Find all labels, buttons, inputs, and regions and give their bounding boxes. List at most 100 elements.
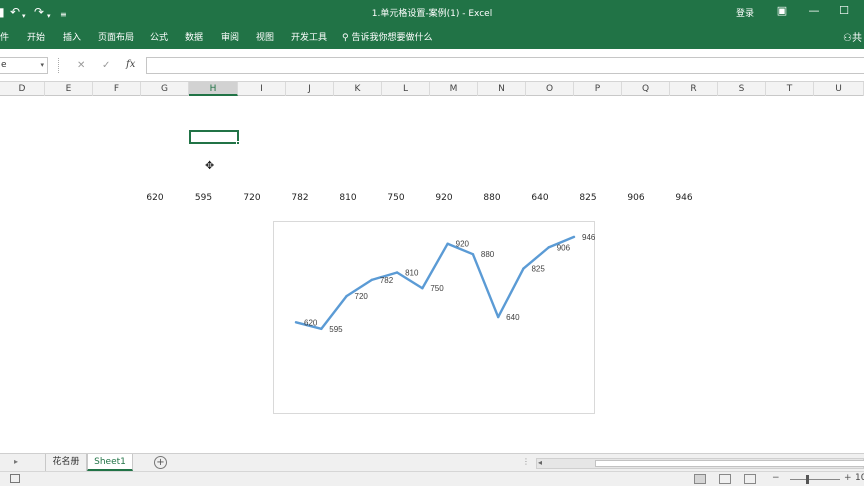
zoom-slider-thumb[interactable] bbox=[806, 475, 809, 484]
column-header-u[interactable]: U bbox=[814, 82, 864, 96]
maximize-icon[interactable]: ☐ bbox=[835, 4, 853, 17]
column-header-g[interactable]: G bbox=[141, 82, 189, 96]
column-header-r[interactable]: R bbox=[670, 82, 718, 96]
cell-value[interactable]: 920 bbox=[424, 193, 464, 203]
cell-value[interactable]: 620 bbox=[135, 193, 175, 203]
cell-value[interactable]: 880 bbox=[472, 193, 512, 203]
data-label: 810 bbox=[405, 269, 419, 278]
lightbulb-icon: ⚲ bbox=[342, 33, 349, 43]
column-header-s[interactable]: S bbox=[718, 82, 766, 96]
fill-handle[interactable] bbox=[236, 141, 240, 145]
ribbon-tab[interactable]: 视图 bbox=[256, 30, 274, 43]
share-label: 共 bbox=[851, 33, 862, 44]
zoom-level[interactable]: 10 bbox=[855, 473, 864, 483]
sheet-tab[interactable]: Sheet1 bbox=[87, 454, 133, 471]
cell-value[interactable]: 906 bbox=[616, 193, 656, 203]
data-label: 782 bbox=[380, 276, 394, 285]
column-header-q[interactable]: Q bbox=[622, 82, 670, 96]
add-sheet-button[interactable]: + bbox=[154, 456, 167, 469]
column-header-d[interactable]: D bbox=[0, 82, 45, 96]
ribbon-tab[interactable]: 开始 bbox=[27, 30, 45, 43]
name-box[interactable]: e ▾ bbox=[0, 57, 48, 74]
share-button[interactable]: ⚇共 bbox=[843, 29, 862, 44]
data-label: 640 bbox=[506, 313, 520, 322]
cell-value[interactable]: 750 bbox=[376, 193, 416, 203]
column-header-m[interactable]: M bbox=[430, 82, 478, 96]
split-handle-icon[interactable]: ⋮ bbox=[522, 457, 530, 466]
person-icon: ⚇ bbox=[843, 33, 852, 44]
title-bar: ▮ ↶ ▾ ↷ ▾ ≡ 1.单元格设置-案例(1) - Excel 登录 ▣ —… bbox=[0, 0, 864, 25]
line-chart[interactable]: 620 595 720 782 810 750 920 880 640 825 906 946 bbox=[273, 221, 596, 414]
cell-value[interactable]: 595 bbox=[184, 193, 224, 203]
formula-bar-separator bbox=[58, 58, 59, 73]
active-cell[interactable] bbox=[189, 130, 240, 145]
enter-icon[interactable]: ✓ bbox=[102, 60, 110, 71]
column-header-k[interactable]: K bbox=[334, 82, 382, 96]
formula-input[interactable] bbox=[146, 57, 864, 74]
ribbon-tab[interactable]: 件 bbox=[0, 30, 9, 43]
cell-value[interactable]: 720 bbox=[232, 193, 272, 203]
data-label: 920 bbox=[456, 240, 470, 249]
excel-window: ▮ ↶ ▾ ↷ ▾ ≡ 1.单元格设置-案例(1) - Excel 登录 ▣ —… bbox=[0, 0, 864, 486]
tell-me-search[interactable]: ⚲ 告诉我你想要做什么 bbox=[342, 30, 432, 43]
zoom-slider[interactable] bbox=[790, 479, 840, 480]
sheet-tab[interactable]: 花名册 bbox=[45, 454, 87, 471]
ribbon-tabs: 件 开始 插入 页面布局 公式 数据 审阅 视图 开发工具 ⚲ 告诉我你想要做什么 ⚇共 bbox=[0, 25, 864, 49]
chevron-down-icon[interactable]: ▾ bbox=[40, 58, 44, 73]
horizontal-scrollbar[interactable]: ◂ bbox=[536, 458, 864, 469]
data-label: 595 bbox=[329, 325, 343, 334]
data-label: 946 bbox=[582, 233, 596, 242]
cancel-icon[interactable]: ✕ bbox=[77, 60, 85, 71]
zoom-out-icon[interactable]: − bbox=[772, 473, 780, 483]
column-header-o[interactable]: O bbox=[526, 82, 574, 96]
scroll-left-icon[interactable]: ◂ bbox=[538, 458, 542, 467]
insert-function-button[interactable]: fx bbox=[126, 59, 135, 70]
column-header-h[interactable]: H bbox=[189, 82, 238, 96]
column-header-f[interactable]: F bbox=[93, 82, 141, 96]
ribbon-tab[interactable]: 公式 bbox=[150, 30, 168, 43]
minimize-icon[interactable]: — bbox=[805, 4, 823, 17]
zoom-in-icon[interactable]: + bbox=[844, 473, 852, 483]
ribbon-tab[interactable]: 插入 bbox=[63, 30, 81, 43]
status-bar: − + 10 bbox=[0, 471, 864, 486]
column-header-l[interactable]: L bbox=[382, 82, 430, 96]
series-line-segment[interactable] bbox=[421, 242, 449, 290]
cell-cursor-icon: ✥ bbox=[205, 159, 215, 172]
data-label: 720 bbox=[355, 292, 369, 301]
ribbon-tab[interactable]: 审阅 bbox=[221, 30, 239, 43]
normal-view-icon[interactable] bbox=[694, 474, 706, 484]
series-line-segment[interactable] bbox=[496, 267, 525, 319]
tell-me-label: 告诉我你想要做什么 bbox=[351, 33, 433, 43]
column-headers: DEFGHIJKLMNOPQRSTU bbox=[0, 82, 864, 96]
ribbon-tab[interactable]: 数据 bbox=[185, 30, 203, 43]
page-break-view-icon[interactable] bbox=[744, 474, 756, 484]
login-button[interactable]: 登录 bbox=[736, 6, 754, 19]
column-header-t[interactable]: T bbox=[766, 82, 814, 96]
series-line-segment[interactable] bbox=[471, 252, 500, 319]
column-header-j[interactable]: J bbox=[286, 82, 334, 96]
column-header-p[interactable]: P bbox=[574, 82, 622, 96]
column-header-i[interactable]: I bbox=[238, 82, 286, 96]
column-header-e[interactable]: E bbox=[45, 82, 93, 96]
chart-plot: 620 595 720 782 810 750 920 880 640 825 906 946 bbox=[294, 233, 596, 334]
formula-bar: e ▾ ✕ ✓ fx bbox=[0, 49, 864, 82]
data-label: 880 bbox=[481, 250, 495, 259]
scrollbar-thumb[interactable] bbox=[595, 460, 864, 467]
cell-value[interactable]: 640 bbox=[520, 193, 560, 203]
cell-value[interactable]: 825 bbox=[568, 193, 608, 203]
ribbon-display-options-icon[interactable]: ▣ bbox=[773, 4, 791, 17]
data-label: 620 bbox=[304, 318, 318, 327]
document-title: 1.单元格设置-案例(1) - Excel bbox=[371, 9, 493, 19]
ribbon-tab[interactable]: 开发工具 bbox=[291, 30, 327, 43]
column-header-n[interactable]: N bbox=[478, 82, 526, 96]
page-layout-view-icon[interactable] bbox=[719, 474, 731, 484]
cell-value[interactable]: 782 bbox=[280, 193, 320, 203]
macro-record-icon[interactable] bbox=[10, 474, 20, 483]
data-label: 750 bbox=[430, 284, 444, 293]
sheet-nav-right-icon[interactable]: ▸ bbox=[14, 457, 18, 466]
cell-value[interactable]: 810 bbox=[328, 193, 368, 203]
name-box-value: e bbox=[1, 60, 7, 70]
ribbon-tab[interactable]: 页面布局 bbox=[98, 30, 134, 43]
cell-value[interactable]: 946 bbox=[664, 193, 704, 203]
data-label: 825 bbox=[531, 265, 545, 274]
